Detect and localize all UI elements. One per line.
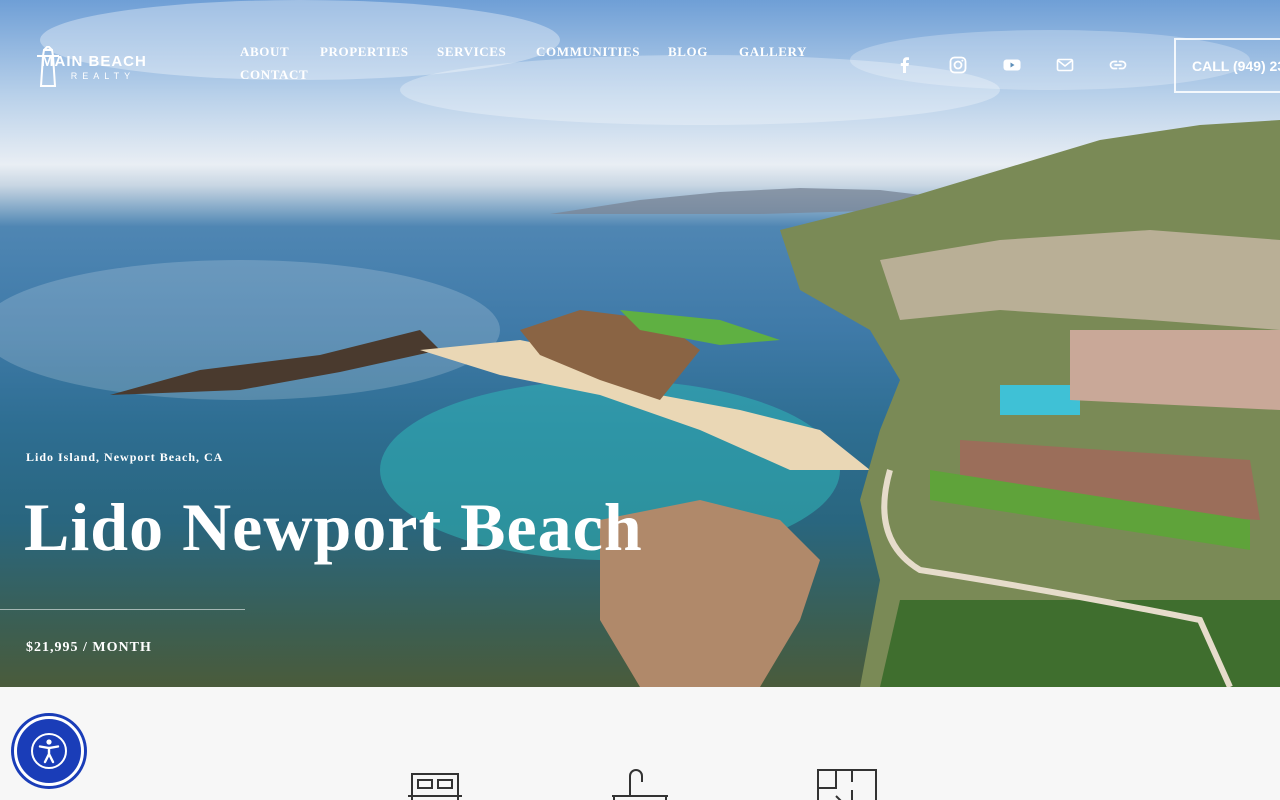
brand-logo[interactable]: MAIN BEACH REALTY [33, 46, 198, 90]
nav-gallery[interactable]: GALLERY [739, 44, 807, 60]
mail-icon[interactable] [1055, 55, 1075, 75]
bath-icon [606, 766, 672, 800]
hero-section: MAIN BEACH REALTY ABOUT PROPERTIES SERVI… [0, 0, 1280, 687]
bed-icon [402, 766, 468, 800]
nav-properties[interactable]: PROPERTIES [320, 44, 409, 60]
lighthouse-icon [37, 46, 59, 87]
accessibility-icon [31, 733, 67, 769]
brand-subname: REALTY [70, 71, 136, 81]
nav-blog[interactable]: BLOG [668, 44, 708, 60]
link-icon[interactable] [1108, 55, 1128, 75]
nav-communities[interactable]: COMMUNITIES [536, 44, 640, 60]
hero-background-image [0, 0, 1280, 687]
floorplan-icon [812, 766, 878, 800]
accessibility-button[interactable] [14, 716, 84, 786]
nav-services[interactable]: SERVICES [437, 44, 506, 60]
property-title: Lido Newport Beach [24, 489, 643, 565]
hero-divider [0, 609, 245, 610]
property-price: $21,995 / MONTH [26, 640, 152, 655]
instagram-icon[interactable] [948, 55, 968, 75]
call-button[interactable]: CALL (949) 23 [1174, 38, 1280, 93]
facebook-icon[interactable] [895, 55, 915, 75]
nav-contact[interactable]: CONTACT [240, 67, 308, 83]
nav-about[interactable]: ABOUT [240, 44, 289, 60]
youtube-icon[interactable] [1002, 55, 1022, 75]
property-location: Lido Island, Newport Beach, CA [26, 450, 224, 464]
